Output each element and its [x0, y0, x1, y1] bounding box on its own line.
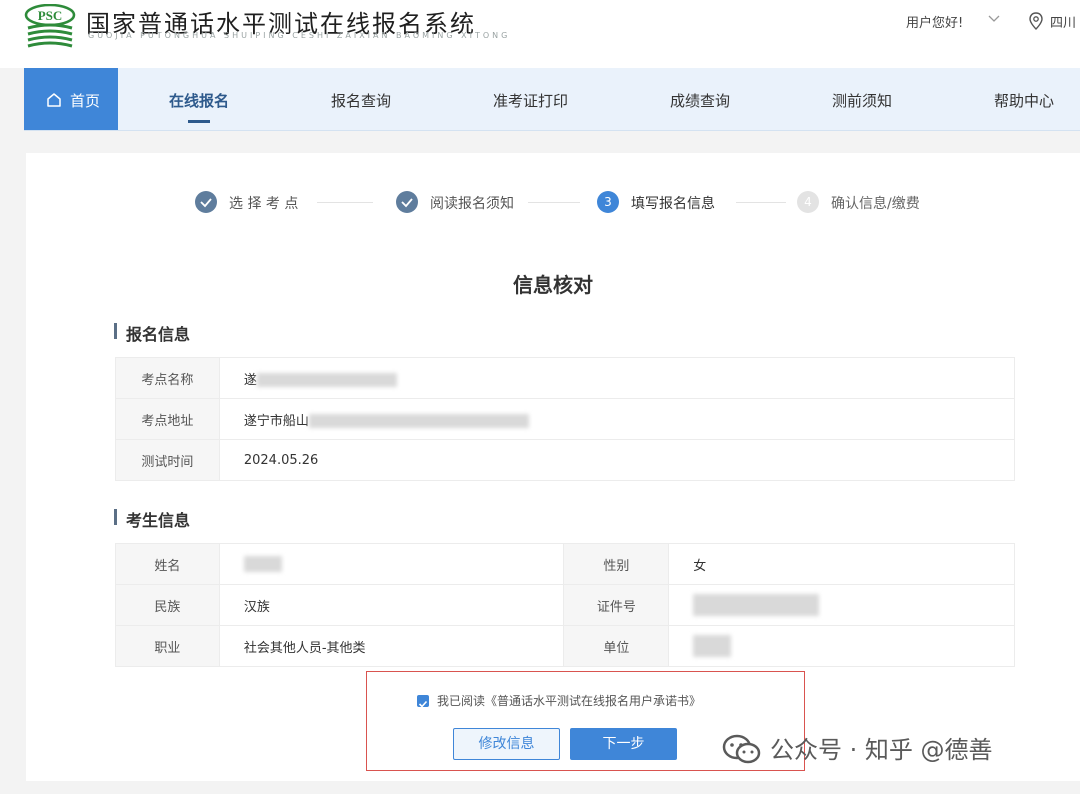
- site-header: PSC 国家普通话水平测试在线报名系统 GUOJIA PUTONGHUA SHU…: [0, 0, 1080, 68]
- wechat-icon: [722, 734, 762, 766]
- table-row: 考点地址 遂宁市船山: [116, 399, 1015, 440]
- candidate-table: 姓名 性别 女 民族 汉族 证件号 职业 社会其他人员-其他类 单位: [115, 543, 1015, 667]
- cell-label: 考点名称: [116, 358, 220, 399]
- registration-table: 考点名称 遂 考点地址 遂宁市船山 测试时间 2024.05.26: [115, 357, 1015, 481]
- svg-text:PSC: PSC: [38, 8, 63, 23]
- agreement-text: 我已阅读《普通话水平测试在线报名用户承诺书》: [437, 692, 701, 709]
- cell-label: 单位: [564, 626, 669, 667]
- cell-label: 性别: [564, 544, 669, 585]
- nav-registration-query[interactable]: 报名查询: [331, 90, 391, 111]
- nav-score-query[interactable]: 成绩查询: [670, 90, 730, 111]
- edit-info-button[interactable]: 修改信息: [453, 728, 560, 760]
- step-4-label: 确认信息/缴费: [831, 193, 920, 213]
- table-row: 测试时间 2024.05.26: [116, 440, 1015, 481]
- candidate-occupation: 社会其他人员-其他类: [219, 626, 564, 667]
- step-connector: [528, 202, 580, 203]
- cell-label: 民族: [116, 585, 220, 626]
- redacted-text: [693, 635, 731, 657]
- cell-label: 测试时间: [116, 440, 220, 481]
- psc-logo-icon: PSC: [24, 4, 76, 48]
- nav-active-indicator: [188, 120, 210, 123]
- table-row: 考点名称 遂: [116, 358, 1015, 399]
- location-pin-icon: [1028, 12, 1044, 30]
- table-row: 姓名 性别 女: [116, 544, 1015, 585]
- nav-help-center[interactable]: 帮助中心: [994, 90, 1054, 111]
- nav-admission-ticket-print[interactable]: 准考证打印: [493, 90, 568, 111]
- candidate-section-title: 考生信息: [114, 507, 190, 531]
- step-3-label: 填写报名信息: [631, 193, 715, 213]
- check-icon: [417, 698, 429, 710]
- redacted-text: [244, 556, 282, 572]
- redacted-text: [693, 594, 819, 616]
- candidate-gender: 女: [669, 544, 1015, 585]
- step-2-check-icon: [396, 191, 418, 213]
- cell-label: 职业: [116, 626, 220, 667]
- test-center-name: 遂: [244, 373, 257, 388]
- step-4-number: 4: [797, 191, 819, 213]
- nav-home[interactable]: 首页: [24, 68, 118, 130]
- test-center-address: 遂宁市船山: [244, 414, 309, 429]
- cell-value: [669, 585, 1015, 626]
- step-connector: [736, 202, 786, 203]
- cell-value: 遂: [219, 358, 1014, 399]
- test-date: 2024.05.26: [219, 440, 1014, 481]
- candidate-ethnicity: 汉族: [219, 585, 564, 626]
- nav-home-label: 首页: [70, 90, 100, 111]
- chevron-down-icon[interactable]: [988, 14, 1000, 24]
- cell-value: 遂宁市船山: [219, 399, 1014, 440]
- nav-pre-test-notice[interactable]: 测前须知: [832, 90, 892, 111]
- redacted-text: [309, 414, 529, 428]
- main-card: 选 择 考 点 阅读报名须知 3 填写报名信息 4 确认信息/缴费 信息核对 报…: [26, 153, 1080, 781]
- page-title: 信息核对: [26, 269, 1080, 298]
- cell-label: 证件号: [564, 585, 669, 626]
- step-3-number: 3: [597, 191, 619, 213]
- cell-label: 姓名: [116, 544, 220, 585]
- main-nav: 首页 在线报名 报名查询 准考证打印 成绩查询 测前须知 帮助中心: [24, 68, 1080, 131]
- cell-value: [669, 626, 1015, 667]
- redacted-text: [257, 373, 397, 387]
- user-greeting[interactable]: 用户您好!: [906, 12, 963, 31]
- step-connector: [317, 202, 373, 203]
- agreement-checkbox[interactable]: [417, 695, 429, 707]
- nav-online-registration[interactable]: 在线报名: [169, 90, 229, 111]
- cell-label: 考点地址: [116, 399, 220, 440]
- step-2-label: 阅读报名须知: [430, 193, 514, 213]
- home-icon: [46, 92, 62, 108]
- next-step-button[interactable]: 下一步: [570, 728, 677, 760]
- watermark-text: 公众号 · 知乎 @德善: [770, 730, 993, 765]
- location-selector[interactable]: 四川: [1050, 12, 1076, 31]
- site-subtitle: GUOJIA PUTONGHUA SHUIPING CESHI ZAIXIAN …: [88, 31, 510, 40]
- cell-value: [219, 544, 564, 585]
- table-row: 民族 汉族 证件号: [116, 585, 1015, 626]
- agreement-link[interactable]: 《普通话水平测试在线报名用户承诺书》: [485, 694, 701, 708]
- step-1-check-icon: [195, 191, 217, 213]
- table-row: 职业 社会其他人员-其他类 单位: [116, 626, 1015, 667]
- step-1-label: 选 择 考 点: [229, 193, 298, 213]
- agreement-prefix: 我已阅读: [437, 694, 485, 708]
- registration-section-title: 报名信息: [114, 321, 190, 345]
